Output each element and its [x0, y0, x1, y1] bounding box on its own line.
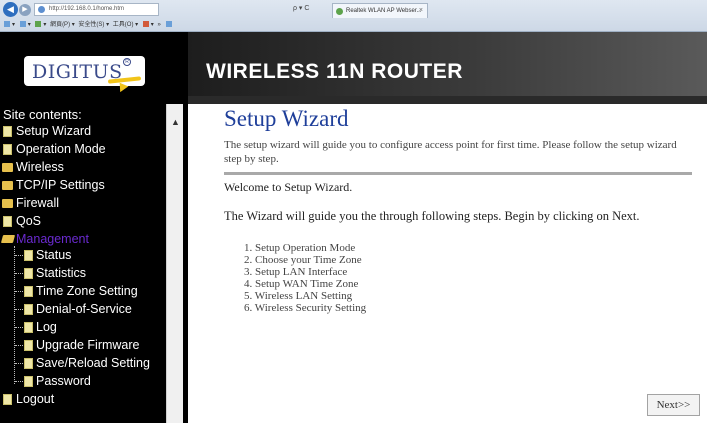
- steps-list: 1. Setup Operation Mode 2. Choose your T…: [244, 242, 366, 314]
- command-item[interactable]: ▾: [151, 22, 154, 28]
- document-icon: [24, 286, 33, 297]
- folder-icon: [2, 199, 13, 208]
- tab-close-icon[interactable]: ×: [419, 4, 423, 18]
- sidebar: Site contents: Setup Wizard Operation Mo…: [0, 104, 166, 423]
- overflow-chevron[interactable]: »: [157, 22, 160, 28]
- sidebar-scrollbar[interactable]: ▲: [166, 104, 183, 423]
- browser-tab[interactable]: Realtek WLAN AP Webser... ×: [332, 3, 428, 18]
- command-item[interactable]: ▾: [28, 22, 31, 28]
- document-icon: [3, 144, 12, 155]
- sidebar-item-firewall[interactable]: Firewall: [16, 196, 59, 211]
- tools-menu[interactable]: 工具(O) ▾: [113, 22, 138, 28]
- sidebar-item-qos[interactable]: QoS: [16, 214, 41, 229]
- list-item: 4. Setup WAN Time Zone: [244, 278, 359, 290]
- safety-menu[interactable]: 安全性(S) ▾: [78, 22, 109, 28]
- document-icon: [24, 250, 33, 261]
- sidebar-item-save-reload-setting[interactable]: Save/Reload Setting: [36, 356, 150, 371]
- sidebar-item-password[interactable]: Password: [36, 374, 91, 389]
- sidebar-item-operation-mode[interactable]: Operation Mode: [16, 142, 106, 157]
- list-item: 1. Setup Operation Mode: [244, 242, 356, 254]
- registered-mark: R: [123, 58, 131, 66]
- list-item: 6. Wireless Security Setting: [244, 302, 367, 314]
- page-favicon-icon: [38, 6, 45, 13]
- list-item: 3. Setup LAN Interface: [244, 266, 348, 278]
- feeds-icon[interactable]: [19, 21, 26, 28]
- welcome-text: Welcome to Setup Wizard.: [224, 180, 353, 194]
- guide-text: The Wizard will guide you the through fo…: [224, 209, 640, 223]
- browser-chrome: ◀ ▶ http://192.168.0.1/home.htm ρ ▾ C Re…: [0, 0, 707, 32]
- router-title: WIRELESS 11N ROUTER: [206, 60, 463, 83]
- folder-icon: [2, 181, 13, 190]
- sidebar-item-log[interactable]: Log: [36, 320, 57, 335]
- sidebar-item-tcpip-settings[interactable]: TCP/IP Settings: [16, 178, 105, 193]
- command-item[interactable]: ▾: [43, 22, 46, 28]
- list-item: 2. Choose your Time Zone: [244, 254, 362, 266]
- command-item[interactable]: ▾: [12, 22, 15, 28]
- sidebar-item-management[interactable]: Management: [16, 232, 89, 247]
- folder-icon: [2, 163, 13, 172]
- extension-icon[interactable]: [165, 21, 172, 28]
- document-icon: [24, 376, 33, 387]
- document-icon: [24, 340, 33, 351]
- document-icon: [3, 394, 12, 405]
- address-row: ◀ ▶ http://192.168.0.1/home.htm ρ ▾ C Re…: [0, 0, 707, 19]
- document-icon: [24, 304, 33, 315]
- sidebar-item-denial-of-service[interactable]: Denial-of-Service: [36, 302, 132, 317]
- sidebar-item-time-zone-setting[interactable]: Time Zone Setting: [36, 284, 138, 299]
- sidebar-item-logout[interactable]: Logout: [16, 392, 54, 407]
- next-button[interactable]: Next>>: [647, 394, 700, 416]
- address-controls[interactable]: ρ ▾ C: [293, 4, 309, 12]
- document-icon: [3, 216, 12, 227]
- tab-favicon-icon: [336, 8, 343, 15]
- digitus-logo: DIGITUS R: [24, 56, 145, 86]
- home-icon[interactable]: [4, 21, 10, 28]
- intro-text: The setup wizard will guide you to confi…: [224, 139, 677, 165]
- help-icon[interactable]: [142, 21, 149, 28]
- address-bar[interactable]: http://192.168.0.1/home.htm: [34, 3, 159, 16]
- sidebar-title: Site contents:: [3, 107, 82, 122]
- document-icon: [24, 358, 33, 369]
- list-item: 5. Wireless LAN Setting: [244, 290, 353, 302]
- sidebar-item-setup-wizard[interactable]: Setup Wizard: [16, 124, 91, 139]
- scroll-up-icon[interactable]: ▲: [171, 117, 180, 127]
- header-strip: [188, 96, 707, 104]
- page-title: Setup Wizard: [224, 106, 349, 131]
- tab-title: Realtek WLAN AP Webser...: [346, 8, 422, 14]
- sidebar-item-wireless[interactable]: Wireless: [16, 160, 64, 175]
- mail-icon[interactable]: [35, 21, 42, 28]
- back-arrow-icon[interactable]: ◀: [3, 2, 18, 17]
- document-icon: [3, 126, 12, 137]
- url-text: http://192.168.0.1/home.htm: [49, 6, 125, 12]
- document-icon: [24, 322, 33, 333]
- sidebar-item-statistics[interactable]: Statistics: [36, 266, 86, 281]
- divider: [224, 172, 692, 175]
- open-folder-icon: [0, 235, 16, 243]
- sidebar-item-status[interactable]: Status: [36, 248, 71, 263]
- sidebar-item-upgrade-firmware[interactable]: Upgrade Firmware: [36, 338, 140, 353]
- page-menu[interactable]: 網頁(P) ▾: [50, 22, 75, 28]
- forward-arrow-icon[interactable]: ▶: [19, 4, 31, 16]
- document-icon: [24, 268, 33, 279]
- command-bar: ▾ ▾ ▾ 網頁(P) ▾ 安全性(S) ▾ 工具(O) ▾ ▾ »: [3, 20, 174, 31]
